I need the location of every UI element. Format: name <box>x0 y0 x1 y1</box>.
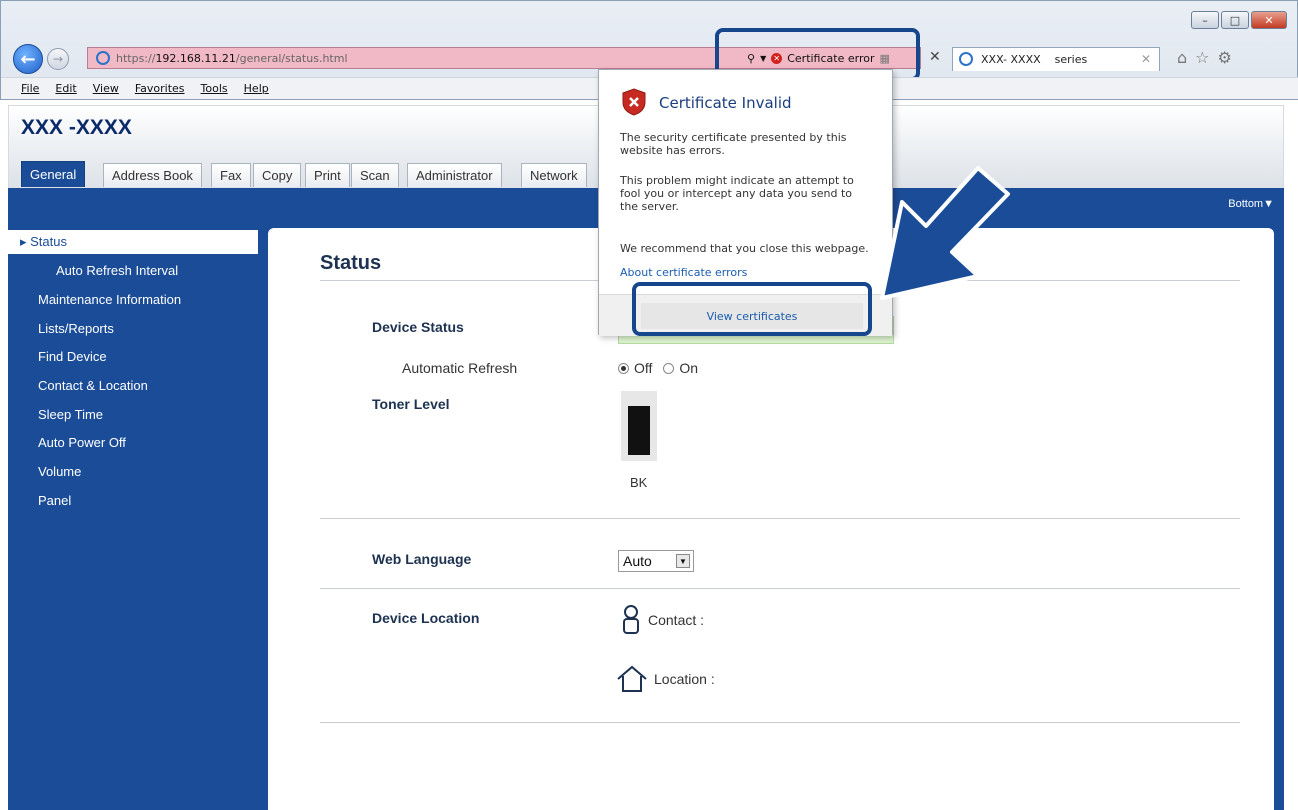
about-certificate-errors-link[interactable]: About certificate errors <box>620 266 747 279</box>
page-title: Status <box>320 252 382 274</box>
radio-off[interactable] <box>618 362 629 374</box>
divider <box>320 722 1240 723</box>
web-language-select[interactable]: Auto ▼ <box>618 550 694 572</box>
popup-title: Certificate Invalid <box>659 94 792 112</box>
toner-fill <box>628 406 650 455</box>
browser-tools: ⌂ ☆ ⚙ <box>1177 48 1232 67</box>
sidebar-item-auto-refresh-interval[interactable]: Auto Refresh Interval <box>8 258 258 282</box>
sidebar-item-contact-location[interactable]: Contact & Location <box>8 373 258 397</box>
gear-icon[interactable]: ⚙ <box>1218 48 1232 67</box>
sidebar-item-volume[interactable]: Volume <box>8 459 258 483</box>
browser-tab[interactable]: XXX- XXXX series ✕ <box>952 47 1160 71</box>
web-language-label: Web Language <box>372 551 472 567</box>
location-row: Location : <box>616 665 715 693</box>
view-certificates-highlight <box>632 282 872 336</box>
tab-fax[interactable]: Fax <box>211 163 251 187</box>
device-status-label: Device Status <box>372 319 464 335</box>
menu-favorites[interactable]: Favorites <box>135 82 185 95</box>
tab-network[interactable]: Network <box>521 163 587 187</box>
popup-text-1: The security certificate presented by th… <box>620 131 847 157</box>
person-icon <box>623 605 639 634</box>
chevron-down-icon: ▼ <box>676 554 690 568</box>
radio-on[interactable] <box>663 362 675 374</box>
product-name: XXX -XXXX <box>21 116 132 139</box>
sidebar-item-auto-power-off[interactable]: Auto Power Off <box>8 430 258 454</box>
ie-favicon-icon <box>96 51 110 65</box>
forward-button[interactable]: → <box>47 48 69 70</box>
location-label: Location : <box>654 671 715 687</box>
menu-help[interactable]: Help <box>244 82 269 95</box>
auto-refresh-label: Automatic Refresh <box>402 360 518 376</box>
menu-view[interactable]: View <box>93 82 119 95</box>
popup-text-2: This problem might indicate an attempt t… <box>620 174 854 213</box>
favorites-star-icon[interactable]: ☆ <box>1195 48 1209 67</box>
sidebar-item-find-device[interactable]: Find Device <box>8 344 258 368</box>
home-location-icon <box>617 665 647 692</box>
toner-level-label: Toner Level <box>372 396 450 412</box>
device-location-label: Device Location <box>372 610 480 626</box>
url-protocol: https:// <box>116 51 156 65</box>
tab-copy[interactable]: Copy <box>253 163 302 187</box>
home-icon[interactable]: ⌂ <box>1177 48 1187 67</box>
menu-tools[interactable]: Tools <box>201 82 228 95</box>
menu-file[interactable]: File <box>21 82 39 95</box>
back-arrow-icon: ← <box>20 48 36 70</box>
toner-gauge <box>621 391 657 461</box>
tab-close-icon[interactable]: ✕ <box>1141 52 1151 66</box>
contact-label: Contact : <box>648 612 705 628</box>
tab-scan[interactable]: Scan <box>351 163 399 187</box>
shield-error-icon <box>622 88 646 116</box>
tab-general[interactable]: General <box>21 161 86 187</box>
sidebar-item-lists-reports[interactable]: Lists/Reports <box>8 316 258 340</box>
url-host: 192.168.11.21 <box>155 51 236 65</box>
bottom-link[interactable]: Bottom▼ <box>1228 198 1274 210</box>
maximize-button[interactable]: □ <box>1221 11 1249 29</box>
divider <box>320 588 1240 589</box>
popup-text-3: We recommend that you close this webpage… <box>620 242 869 255</box>
window-controls: – □ ✕ <box>1191 11 1287 29</box>
sidebar-item-panel[interactable]: Panel <box>8 488 258 512</box>
tab-address-book[interactable]: Address Book <box>103 163 202 187</box>
back-button[interactable]: ← <box>13 44 43 74</box>
pointer-arrow-icon <box>880 166 1010 300</box>
ie-tab-icon <box>959 52 973 66</box>
toner-color-label: BK <box>630 475 648 490</box>
radio-on-label: On <box>679 360 699 376</box>
divider <box>320 518 1240 519</box>
browser-tab-title: XXX- XXXX series <box>981 53 1088 66</box>
radio-off-label: Off <box>634 360 653 376</box>
tab-administrator[interactable]: Administrator <box>407 163 502 187</box>
close-window-button[interactable]: ✕ <box>1251 11 1287 29</box>
tab-print[interactable]: Print <box>305 163 350 187</box>
sidebar-item-sleep-time[interactable]: Sleep Time <box>8 402 258 426</box>
forward-arrow-icon: → <box>52 52 64 66</box>
url-path: /general/status.html <box>235 51 348 65</box>
sidebar-item-status[interactable]: ▸ Status <box>8 230 258 254</box>
minimize-button[interactable]: – <box>1191 11 1219 29</box>
contact-row: Contact : <box>620 604 704 636</box>
sidebar: ▸ Status Auto Refresh Interval Maintenan… <box>8 218 258 810</box>
sidebar-item-maintenance-information[interactable]: Maintenance Information <box>8 287 258 311</box>
stop-icon[interactable]: ✕ <box>929 49 941 65</box>
web-language-value: Auto <box>623 553 652 569</box>
auto-refresh-radio-group: Off On <box>618 360 698 376</box>
menu-edit[interactable]: Edit <box>55 82 76 95</box>
